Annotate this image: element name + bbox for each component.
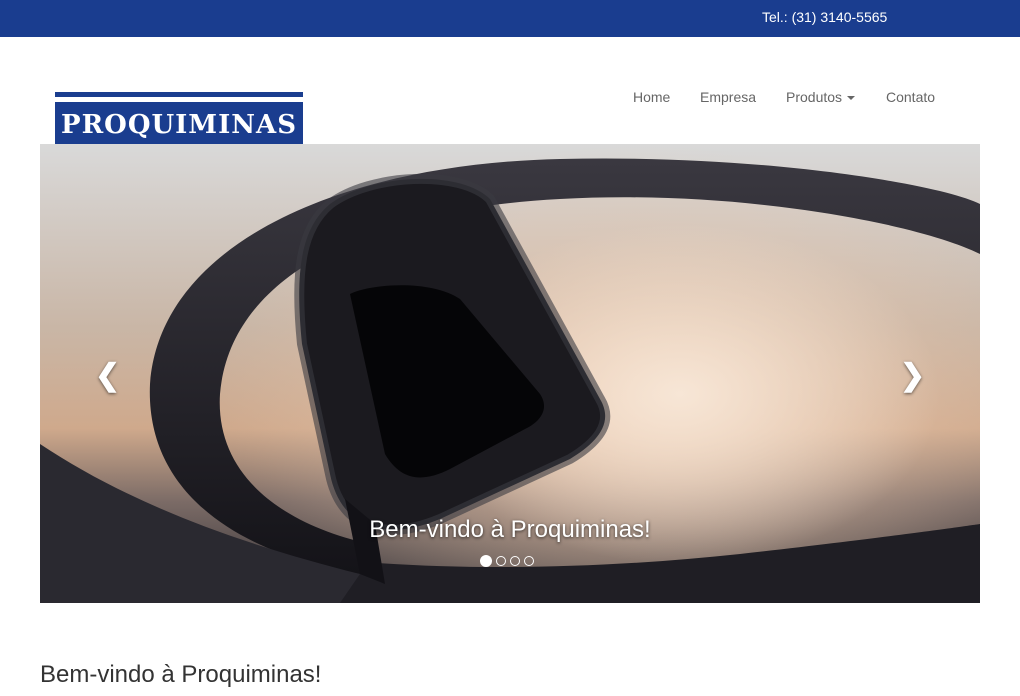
carousel-caption: Bem-vindo à Proquiminas! [369,516,651,543]
carousel-next-control[interactable]: ❯ [900,358,925,393]
nav-contato[interactable]: Contato [886,89,935,105]
nav-empresa[interactable]: Empresa [700,89,756,105]
caret-down-icon [847,96,856,101]
nav-produtos[interactable]: Produtos [786,89,856,105]
carousel-indicators [480,555,534,567]
nav-home[interactable]: Home [633,89,670,105]
welcome-heading: Bem-vindo à Proquiminas! [40,661,322,688]
carousel-indicator[interactable] [480,555,492,567]
main-nav: Home Empresa Produtos Contato [0,89,1020,109]
phone-number[interactable]: Tel.: (31) 3140-5565 [762,9,887,25]
hero-carousel[interactable]: ❮ ❯ Bem-vindo à Proquiminas! [40,144,980,603]
carousel-prev-control[interactable]: ❮ [95,358,120,393]
nav-produtos-label: Produtos [786,89,843,105]
top-bar: Tel.: (31) 3140-5565 [0,0,1020,37]
carousel-indicator[interactable] [510,556,520,566]
carousel-indicator[interactable] [496,556,506,566]
carousel-indicator[interactable] [524,556,534,566]
logo-text: PROQUIMINAS [61,110,297,140]
